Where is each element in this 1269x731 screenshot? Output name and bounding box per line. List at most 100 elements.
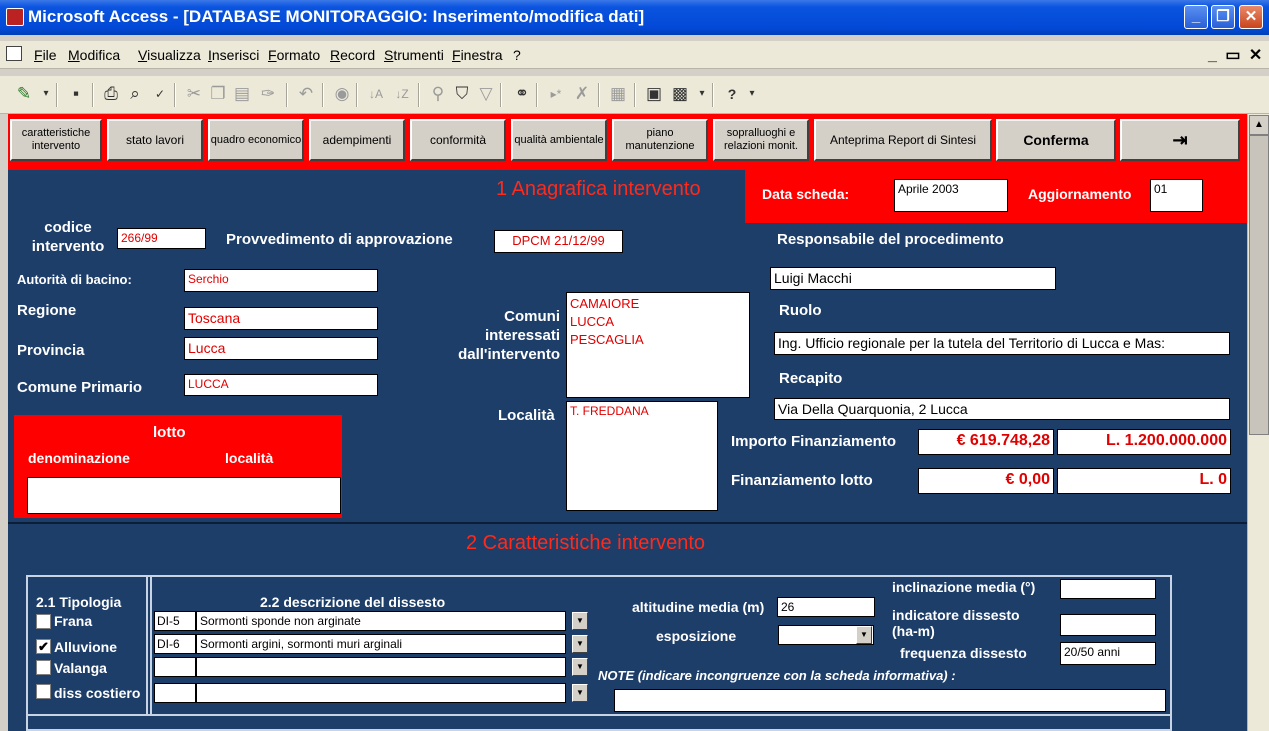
menu-file[interactable]: File <box>34 47 57 63</box>
dissesto-code-field[interactable] <box>154 683 196 703</box>
conferma-button[interactable]: Conferma <box>996 119 1116 161</box>
nav-caratteristiche-button[interactable]: caratteristiche intervento <box>10 119 102 161</box>
undo-icon[interactable]: ↶ <box>294 82 318 106</box>
properties-icon[interactable]: ▦ <box>606 82 630 106</box>
dropdown-arrow-icon[interactable]: ▼ <box>572 635 588 653</box>
maximize-button[interactable]: ❐ <box>1211 5 1235 29</box>
importo-lire-field[interactable]: L. 1.200.000.000 <box>1057 429 1231 455</box>
close-button[interactable]: ✕ <box>1239 5 1263 29</box>
dissesto-desc-combo[interactable]: Sormonti argini, sormonti muri arginali <box>196 634 566 654</box>
nav-adempimenti-button[interactable]: adempimenti <box>309 119 405 161</box>
new-record-icon[interactable]: ▸* <box>544 82 568 106</box>
hyperlink-icon[interactable]: ◉ <box>330 82 354 106</box>
dropdown-arrow-icon[interactable]: ▼ <box>572 612 588 630</box>
section2-title: 2 Caratteristiche intervento <box>466 532 706 554</box>
aggiornamento-field[interactable]: 01 <box>1150 179 1203 212</box>
cut-icon[interactable]: ✂ <box>182 82 206 106</box>
codice-intervento-field[interactable]: 266/99 <box>117 228 206 249</box>
comune-field[interactable]: LUCCA <box>184 374 378 396</box>
frana-checkbox[interactable] <box>36 614 51 629</box>
apply-filter-icon[interactable]: ▽ <box>474 82 498 106</box>
nav-qualita-ambientale-button[interactable]: qualità ambientale <box>511 119 607 161</box>
anteprima-report-button[interactable]: Anteprima Report di Sintesi <box>814 119 992 161</box>
frequenza-field[interactable]: 20/50 anni <box>1060 642 1156 665</box>
comuni-interessati-list[interactable]: CAMAIORE LUCCA PESCAGLIA <box>566 292 750 398</box>
dissesto-desc-combo[interactable] <box>196 657 566 677</box>
menu-record[interactable]: Record <box>330 47 375 63</box>
scrollbar-thumb[interactable] <box>1249 135 1269 435</box>
window-title: Microsoft Access - [DATABASE MONITORAGGI… <box>28 7 645 26</box>
view-icon[interactable]: ✎ <box>12 82 36 106</box>
nav-stato-lavori-button[interactable]: stato lavori <box>107 119 203 161</box>
copy-icon[interactable]: ❐ <box>206 82 230 106</box>
dropdown-arrow-icon[interactable]: ▼ <box>572 658 588 676</box>
lotto-field[interactable] <box>27 477 341 514</box>
note-field[interactable] <box>614 689 1166 712</box>
menu-finestra[interactable]: Finestra <box>452 47 503 63</box>
inclinazione-field[interactable] <box>1060 579 1156 599</box>
autorita-field[interactable]: Serchio <box>184 269 378 292</box>
document-icon[interactable] <box>6 46 22 61</box>
new-object-dropdown-icon[interactable]: ▾ <box>690 82 714 106</box>
finanziamento-lotto-lire-field[interactable]: L. 0 <box>1057 468 1231 494</box>
finanziamento-lotto-euro-field[interactable]: € 0,00 <box>918 468 1054 494</box>
filter-by-selection-icon[interactable]: ⚲ <box>426 82 450 106</box>
print-icon[interactable]: ⎙ <box>99 82 123 106</box>
mdi-controls[interactable]: _ ▭ ✕ <box>1208 45 1264 65</box>
localita-field[interactable]: T. FREDDANA <box>566 401 718 511</box>
provincia-field[interactable]: Lucca <box>184 337 378 360</box>
ruolo-field[interactable]: Ing. Ufficio regionale per la tutela del… <box>774 332 1230 355</box>
sort-ascending-icon[interactable]: ↓A <box>364 82 388 106</box>
nav-conformita-button[interactable]: conformità <box>410 119 506 161</box>
alluvione-checkbox[interactable]: ✔ <box>36 639 51 654</box>
provvedimento-field[interactable]: DPCM 21/12/99 <box>494 230 623 253</box>
nav-quadro-economico-button[interactable]: quadro economico <box>208 119 304 161</box>
recapito-field[interactable]: Via Della Quarquonia, 2 Lucca <box>774 398 1230 420</box>
dissesto-desc-combo[interactable]: Sormonti sponde non arginate <box>196 611 566 631</box>
toolbar: ✎ ▾ ▪ ⎙ ⌕ ✓ ✂ ❐ ▤ ✑ ↶ ◉ ↓A ↓Z ⚲ ⛉ ▽ ⚭ ▸*… <box>0 76 1269 114</box>
scroll-up-icon[interactable]: ▲ <box>1249 115 1269 135</box>
dropdown-arrow-icon[interactable]: ▼ <box>572 684 588 702</box>
nav-sopralluoghi-button[interactable]: sopralluoghi e relazioni monit. <box>713 119 809 161</box>
print-preview-icon[interactable]: ⌕ <box>123 82 147 106</box>
valanga-checkbox[interactable] <box>36 660 51 675</box>
comune-item[interactable]: CAMAIORE <box>570 295 746 313</box>
help-dropdown-icon[interactable]: ▾ <box>740 82 764 106</box>
sort-descending-icon[interactable]: ↓Z <box>390 82 414 106</box>
regione-field[interactable]: Toscana <box>184 307 378 330</box>
paste-icon[interactable]: ▤ <box>230 82 254 106</box>
view-dropdown-icon[interactable]: ▾ <box>34 82 58 106</box>
menu-visualizza[interactable]: Visualizza <box>138 47 201 63</box>
find-icon[interactable]: ⚭ <box>510 82 534 106</box>
exit-button[interactable]: ⇥ <box>1120 119 1240 161</box>
dissesto-code-field[interactable]: DI-6 <box>154 634 196 654</box>
nav-piano-manutenzione-button[interactable]: piano manutenzione <box>612 119 708 161</box>
responsabile-field[interactable]: Luigi Macchi <box>770 267 1056 290</box>
vertical-scrollbar[interactable]: ▲ <box>1247 114 1269 731</box>
data-scheda-field[interactable]: Aprile 2003 <box>894 179 1008 212</box>
dissesto-desc-combo[interactable] <box>196 683 566 703</box>
filter-by-form-icon[interactable]: ⛉ <box>450 82 474 106</box>
menu-modifica[interactable]: Modifica <box>68 47 120 63</box>
dropdown-arrow-icon[interactable]: ▼ <box>856 626 872 644</box>
format-painter-icon[interactable]: ✑ <box>256 82 280 106</box>
dissesto-code-field[interactable]: DI-5 <box>154 611 196 631</box>
spelling-icon[interactable]: ✓ <box>148 82 172 106</box>
menu-strumenti[interactable]: Strumenti <box>384 47 444 63</box>
indicatore-field[interactable] <box>1060 614 1156 636</box>
menu-bar: File Modifica Visualizza Inserisci Forma… <box>0 41 1269 69</box>
save-icon[interactable]: ▪ <box>64 82 88 106</box>
diss-costiero-checkbox[interactable] <box>36 684 51 699</box>
importo-euro-field[interactable]: € 619.748,28 <box>918 429 1054 455</box>
database-window-icon[interactable]: ▣ <box>642 82 666 106</box>
delete-record-icon[interactable]: ✗ <box>570 82 594 106</box>
menu-help[interactable]: ? <box>513 47 521 63</box>
altitudine-field[interactable]: 26 <box>777 597 875 617</box>
comune-item[interactable]: PESCAGLIA <box>570 331 746 349</box>
menu-inserisci[interactable]: Inserisci <box>208 47 259 63</box>
dissesto-code-field[interactable] <box>154 657 196 677</box>
comune-item[interactable]: LUCCA <box>570 313 746 331</box>
new-object-icon[interactable]: ▩ <box>668 82 692 106</box>
minimize-button[interactable]: _ <box>1184 5 1208 29</box>
menu-formato[interactable]: Formato <box>268 47 320 63</box>
